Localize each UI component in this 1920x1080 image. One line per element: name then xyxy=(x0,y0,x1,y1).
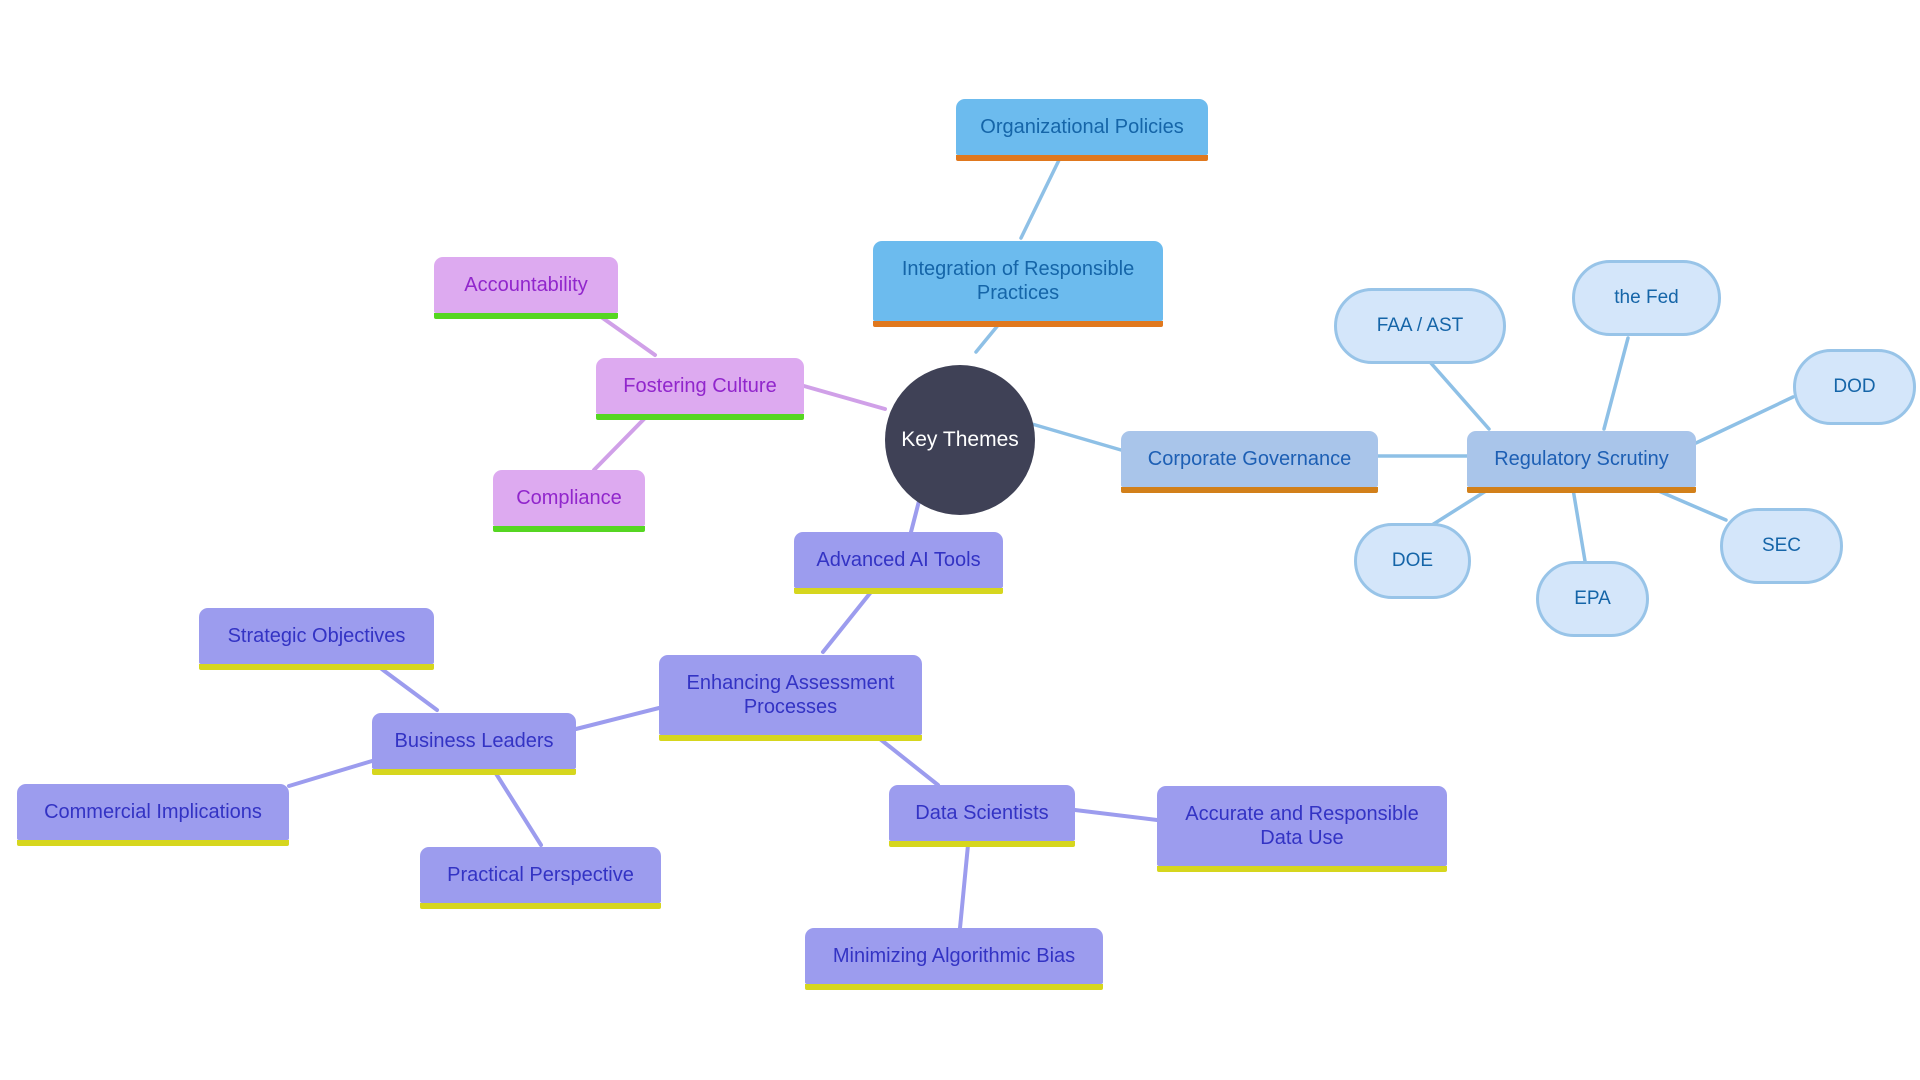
mindmap-node-corp_gov[interactable]: Corporate Governance xyxy=(1121,431,1378,493)
mindmap-node-sec[interactable]: SEC xyxy=(1720,508,1843,584)
mindmap-node-label: Business Leaders xyxy=(394,729,554,752)
mindmap-node-epa[interactable]: EPA xyxy=(1536,561,1649,637)
mindmap-edge xyxy=(1019,156,1062,240)
mindmap-node-fostering[interactable]: Fostering Culture xyxy=(596,358,804,420)
mindmap-node-label: Corporate Governance xyxy=(1147,447,1352,470)
mindmap-edge xyxy=(574,706,661,731)
mindmap-node-label: Key Themes xyxy=(901,428,1019,452)
mindmap-node-label: Commercial Implications xyxy=(44,800,262,823)
mindmap-node-label: Accountability xyxy=(464,273,588,296)
mindmap-node-reg_scrutiny[interactable]: Regulatory Scrutiny xyxy=(1467,431,1696,493)
mindmap-node-label: Enhancing Assessment Processes xyxy=(686,671,895,718)
mindmap-node-faa_ast[interactable]: FAA / AST xyxy=(1334,288,1506,364)
mindmap-edge xyxy=(974,322,1001,354)
mindmap-edge xyxy=(1428,360,1491,431)
mindmap-edge xyxy=(1030,422,1123,452)
mindmap-node-accent-rule xyxy=(659,735,922,741)
mindmap-edge xyxy=(1430,487,1491,527)
mindmap-node-accent-rule xyxy=(596,414,804,420)
mindmap-node-label: DOD xyxy=(1833,376,1876,398)
mindmap-node-integration[interactable]: Integration of Responsible Practices xyxy=(873,241,1163,327)
mindmap-node-label: Integration of Responsible Practices xyxy=(901,257,1135,304)
mindmap-node-dod[interactable]: DOD xyxy=(1793,349,1916,425)
mindmap-node-label: EPA xyxy=(1574,588,1611,610)
mindmap-node-label: DOE xyxy=(1391,550,1434,572)
mindmap-node-label: SEC xyxy=(1761,535,1802,557)
mindmap-node-accurate_data[interactable]: Accurate and Responsible Data Use xyxy=(1157,786,1447,872)
mindmap-node-label: Accurate and Responsible Data Use xyxy=(1185,802,1419,849)
mindmap-node-label: Advanced AI Tools xyxy=(816,548,981,571)
mindmap-node-accountability[interactable]: Accountability xyxy=(434,257,618,319)
mindmap-node-accent-rule xyxy=(1121,487,1378,493)
mindmap-node-label: FAA / AST xyxy=(1376,315,1464,337)
mindmap-edge xyxy=(1602,336,1630,431)
mindmap-edge xyxy=(958,843,970,930)
mindmap-node-compliance[interactable]: Compliance xyxy=(493,470,645,532)
mindmap-node-the_fed[interactable]: the Fed xyxy=(1572,260,1721,336)
mindmap-node-accent-rule xyxy=(1157,866,1447,872)
mindmap-node-accent-rule xyxy=(493,526,645,532)
mindmap-node-label: Compliance xyxy=(516,486,622,509)
mindmap-node-label: Regulatory Scrutiny xyxy=(1494,447,1669,470)
mindmap-edge xyxy=(873,733,940,787)
mindmap-node-accent-rule xyxy=(199,664,434,670)
mindmap-edge xyxy=(1571,487,1587,563)
mindmap-node-label: Organizational Policies xyxy=(980,115,1184,138)
mindmap-node-data_sci[interactable]: Data Scientists xyxy=(889,785,1075,847)
mindmap-node-accent-rule xyxy=(434,313,618,319)
mindmap-edge xyxy=(373,662,439,712)
mindmap-node-org_policies[interactable]: Organizational Policies xyxy=(956,99,1208,161)
mindmap-edge xyxy=(1694,395,1795,445)
mindmap-node-label: the Fed xyxy=(1614,287,1679,309)
mindmap-edge xyxy=(821,590,873,654)
mindmap-node-accent-rule xyxy=(372,769,576,775)
mindmap-node-label: Practical Perspective xyxy=(447,863,634,886)
mindmap-node-accent-rule xyxy=(805,984,1103,990)
mindmap-edge xyxy=(493,770,543,847)
mindmap-node-doe[interactable]: DOE xyxy=(1354,523,1471,599)
mindmap-node-accent-rule xyxy=(889,841,1075,847)
mindmap-node-enhancing[interactable]: Enhancing Assessment Processes xyxy=(659,655,922,741)
mindmap-node-accent-rule xyxy=(873,321,1163,327)
mindmap-node-root[interactable]: Key Themes xyxy=(885,365,1035,515)
mindmap-node-accent-rule xyxy=(420,903,661,909)
mindmap-node-label: Fostering Culture xyxy=(623,374,777,397)
mindmap-node-commercial[interactable]: Commercial Implications xyxy=(17,784,289,846)
mindmap-node-label: Strategic Objectives xyxy=(227,624,406,647)
mindmap-edge xyxy=(1652,487,1728,522)
mindmap-node-label: Data Scientists xyxy=(915,801,1049,824)
mindmap-edge xyxy=(287,759,374,788)
mindmap-node-accent-rule xyxy=(956,155,1208,161)
mindmap-node-ai_tools[interactable]: Advanced AI Tools xyxy=(794,532,1003,594)
mindmap-edge xyxy=(802,384,887,411)
mindmap-node-strategic[interactable]: Strategic Objectives xyxy=(199,608,434,670)
mindmap-canvas: Key Themes Organizational Policies Integra… xyxy=(0,0,1920,1080)
mindmap-node-accent-rule xyxy=(17,840,289,846)
mindmap-node-accent-rule xyxy=(794,588,1003,594)
mindmap-edge xyxy=(592,416,647,472)
mindmap-node-label: Minimizing Algorithmic Bias xyxy=(832,944,1076,967)
mindmap-node-biz_leaders[interactable]: Business Leaders xyxy=(372,713,576,775)
mindmap-node-min_bias[interactable]: Minimizing Algorithmic Bias xyxy=(805,928,1103,990)
mindmap-edge xyxy=(595,312,657,357)
mindmap-node-accent-rule xyxy=(1467,487,1696,493)
mindmap-edge xyxy=(1073,808,1159,822)
mindmap-node-practical[interactable]: Practical Perspective xyxy=(420,847,661,909)
